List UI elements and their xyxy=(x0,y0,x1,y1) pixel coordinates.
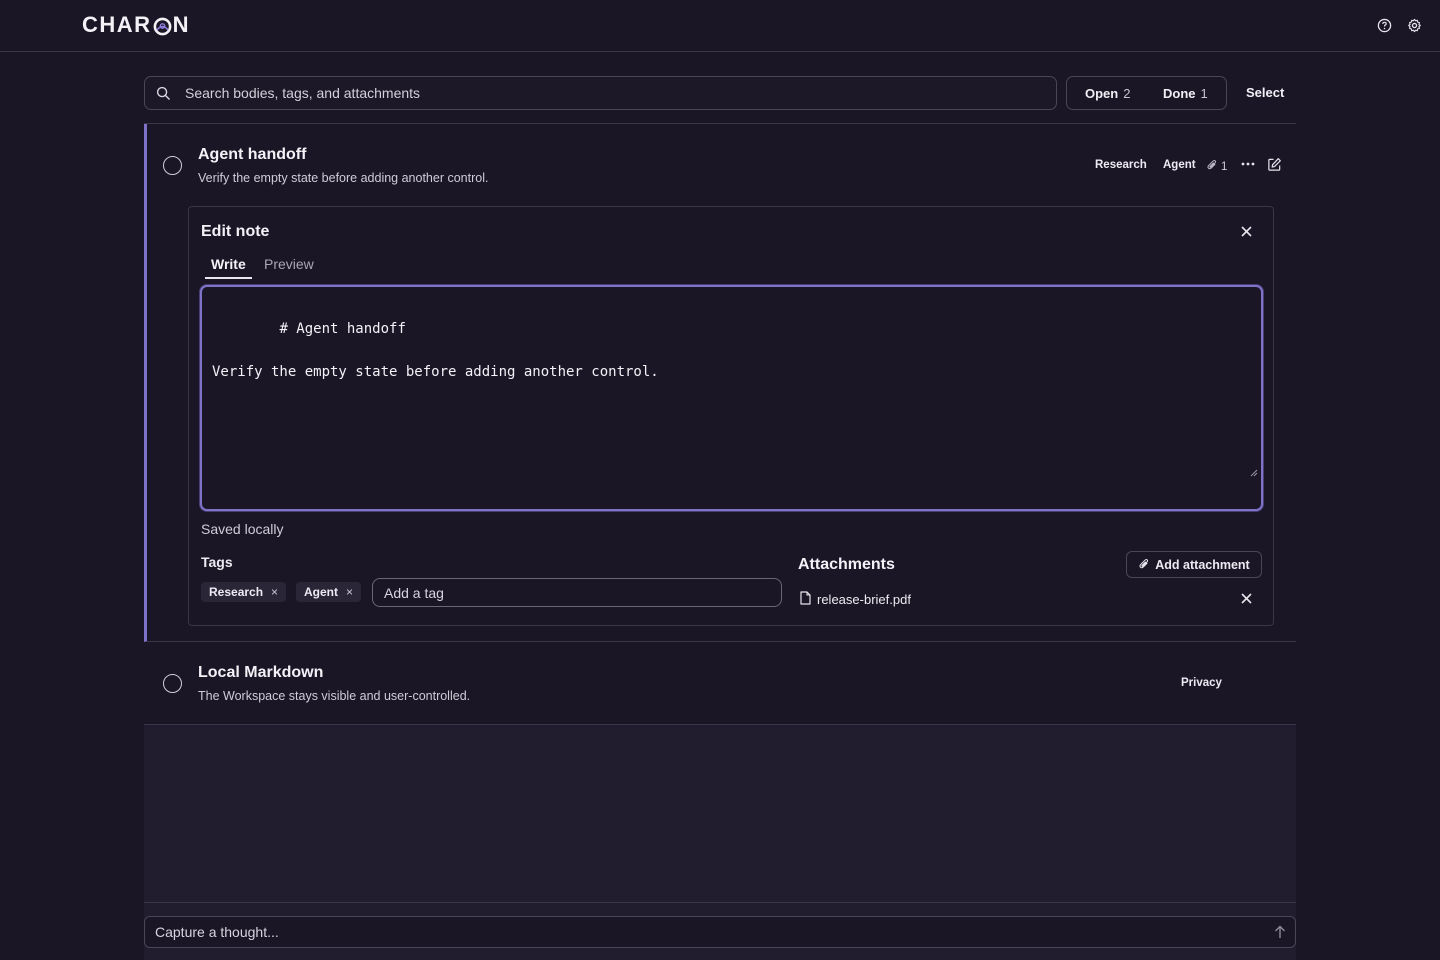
tab-preview[interactable]: Preview xyxy=(264,256,314,272)
tag-pill-agent: Agent × xyxy=(296,582,362,602)
edit-note-panel: Edit note Write Preview # Agent handoff … xyxy=(188,206,1274,626)
note-title[interactable]: Agent handoff xyxy=(198,146,306,164)
save-status: Saved locally xyxy=(201,521,284,537)
note-list: Agent handoff Verify the empty state bef… xyxy=(144,123,1296,960)
note-title[interactable]: Local Markdown xyxy=(198,664,323,682)
remove-attachment-icon[interactable] xyxy=(1241,593,1252,604)
filter-done-count: 1 xyxy=(1200,86,1208,101)
search-icon xyxy=(156,86,171,106)
note-item-local-markdown[interactable]: Local Markdown The Workspace stays visib… xyxy=(144,642,1296,725)
capture-input[interactable] xyxy=(155,917,1255,947)
remove-tag-icon[interactable]: × xyxy=(271,585,278,599)
markdown-text: # Agent handoff Verify the empty state b… xyxy=(212,320,659,380)
filter-open-label: Open xyxy=(1085,86,1119,101)
close-icon[interactable] xyxy=(1241,226,1252,237)
attachment-count-value: 1 xyxy=(1221,161,1228,173)
note-subtitle: Verify the empty state before adding ano… xyxy=(198,171,489,185)
note-tag-agent[interactable]: Agent xyxy=(1163,159,1196,171)
top-bar: CHAR N xyxy=(0,0,1440,52)
filter-done-button[interactable]: Done 1 xyxy=(1163,86,1208,101)
paperclip-icon xyxy=(1138,557,1150,573)
logo-text-prefix: CHAR xyxy=(82,12,152,37)
send-arrow-icon[interactable] xyxy=(1274,925,1286,944)
tags-heading: Tags xyxy=(201,554,233,570)
attachment-filename: release-brief.pdf xyxy=(817,592,911,607)
remove-tag-icon[interactable]: × xyxy=(346,585,353,599)
note-tag-research[interactable]: Research xyxy=(1095,159,1147,171)
note-item-agent-handoff: Agent handoff Verify the empty state bef… xyxy=(144,124,1296,642)
markdown-textarea[interactable]: # Agent handoff Verify the empty state b… xyxy=(200,285,1263,511)
note-complete-checkbox[interactable] xyxy=(163,674,182,693)
note-complete-checkbox[interactable] xyxy=(163,156,182,175)
search-bar xyxy=(144,76,1057,110)
edit-note-icon[interactable] xyxy=(1267,157,1282,172)
status-filter: Open 2 Done 1 xyxy=(1066,76,1227,110)
paperclip-icon xyxy=(1206,158,1218,176)
tag-label: Agent xyxy=(304,585,338,599)
filter-done-label: Done xyxy=(1163,86,1196,101)
filter-open-count: 2 xyxy=(1123,86,1131,101)
resize-handle-icon[interactable] xyxy=(1166,442,1258,507)
more-options-icon[interactable] xyxy=(1240,157,1256,171)
attachment-count: 1 xyxy=(1206,158,1227,176)
tag-pill-research: Research × xyxy=(201,582,287,602)
add-tag-input[interactable] xyxy=(372,578,782,607)
file-icon xyxy=(800,591,811,608)
attachments-heading: Attachments xyxy=(798,556,895,573)
select-button[interactable]: Select xyxy=(1246,85,1284,100)
tab-write[interactable]: Write xyxy=(211,256,246,272)
search-input[interactable] xyxy=(185,77,1045,109)
add-attachment-button[interactable]: Add attachment xyxy=(1126,551,1262,578)
note-tag-privacy[interactable]: Privacy xyxy=(1181,677,1222,689)
composer-divider xyxy=(144,902,1296,903)
filter-open-button[interactable]: Open 2 xyxy=(1085,86,1130,101)
gear-icon[interactable] xyxy=(1406,17,1422,33)
logo-mark-icon xyxy=(153,16,172,35)
capture-composer xyxy=(144,916,1296,948)
add-attachment-label: Add attachment xyxy=(1155,557,1250,572)
tag-label: Research xyxy=(209,585,264,599)
note-subtitle: The Workspace stays visible and user-con… xyxy=(198,689,471,703)
logo-text-suffix: N xyxy=(172,12,190,37)
attachment-item[interactable]: release-brief.pdf xyxy=(800,591,911,608)
edit-note-title: Edit note xyxy=(201,223,270,240)
app-logo[interactable]: CHAR N xyxy=(82,12,190,38)
tab-write-indicator xyxy=(205,277,252,279)
help-icon[interactable] xyxy=(1376,17,1392,33)
